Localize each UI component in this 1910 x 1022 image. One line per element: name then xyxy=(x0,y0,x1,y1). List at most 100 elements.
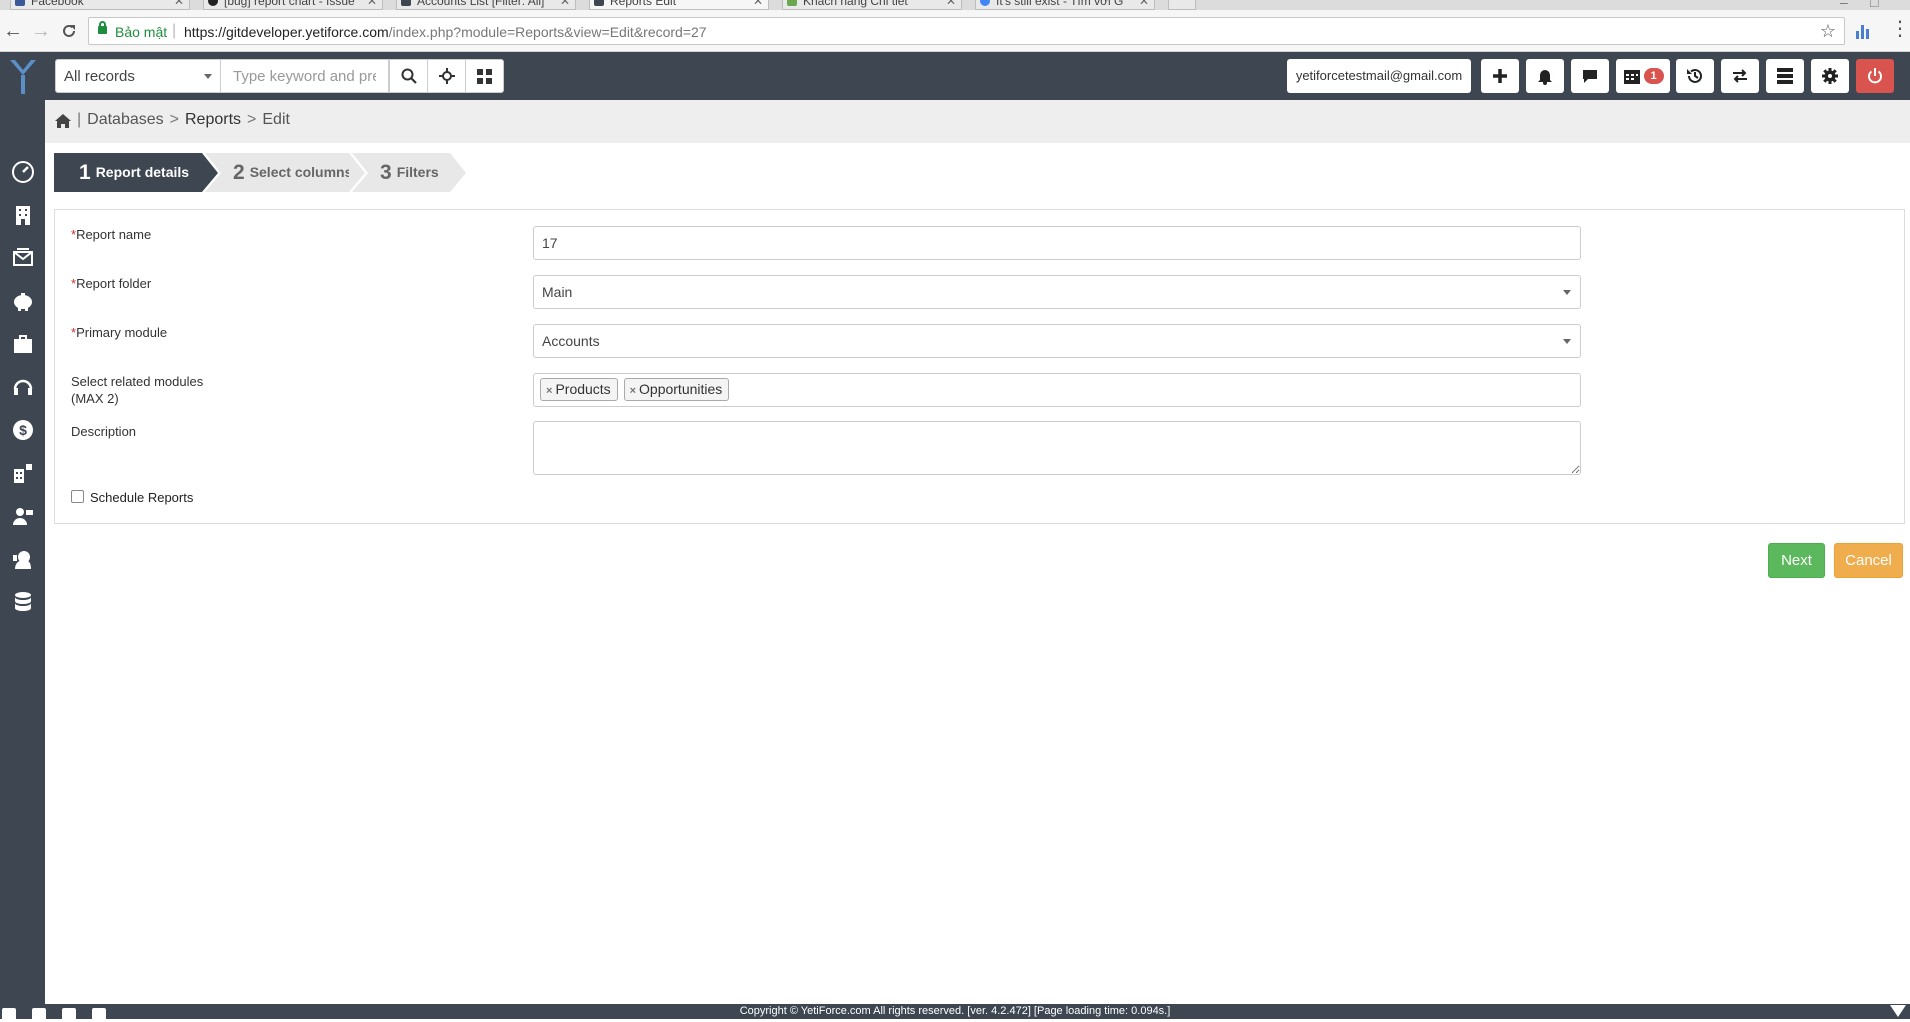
user-email[interactable]: yetiforcetestmail@gmail.com xyxy=(1287,59,1471,93)
sales-piggy-icon[interactable] xyxy=(0,281,45,321)
report-name-input[interactable]: 17 xyxy=(533,226,1581,260)
users-icon[interactable] xyxy=(0,496,45,536)
settings-button[interactable] xyxy=(1811,59,1849,93)
notifications-button[interactable] xyxy=(1526,59,1564,93)
description-label: Description xyxy=(71,423,136,440)
chat-icon xyxy=(1583,70,1597,83)
twitter-icon[interactable] xyxy=(32,1008,46,1022)
close-tab-icon[interactable]: ✕ xyxy=(367,0,377,8)
linkedin-icon[interactable] xyxy=(2,1008,16,1022)
reload-icon[interactable] xyxy=(58,20,80,42)
back-icon[interactable]: ← xyxy=(2,20,24,42)
breadcrumb-reports[interactable]: Reports xyxy=(185,111,241,129)
social-links xyxy=(0,1007,120,1022)
close-tab-icon[interactable]: ✕ xyxy=(753,0,763,8)
minimize-icon[interactable]: – xyxy=(1840,0,1848,10)
label-text: Primary module xyxy=(76,325,168,340)
system-menu-button[interactable] xyxy=(1766,59,1804,93)
youtube-icon[interactable] xyxy=(92,1008,106,1022)
step-number: 1 xyxy=(79,161,91,184)
support-headset-icon[interactable] xyxy=(0,367,45,407)
exchange-icon xyxy=(1733,69,1747,83)
plus-icon xyxy=(1493,69,1507,83)
facebook-icon[interactable] xyxy=(62,1008,76,1022)
home-icon[interactable] xyxy=(55,113,71,128)
gear-icon xyxy=(1822,68,1838,84)
server-icon xyxy=(1777,68,1793,84)
dashboard-icon[interactable] xyxy=(0,152,45,192)
browser-tab[interactable]: [bug] report chart - Issue ✕ xyxy=(203,0,383,10)
footer: Copyright © YetiForce.com All rights res… xyxy=(0,1004,1910,1022)
browser-tab-label: Facebook xyxy=(31,0,84,8)
calendar-badge: 1 xyxy=(1643,68,1664,84)
maximize-icon[interactable]: □ xyxy=(1870,0,1878,10)
browser-tab[interactable]: Facebook ✕ xyxy=(10,0,190,10)
facebook-icon xyxy=(15,0,25,6)
cancel-button[interactable]: Cancel xyxy=(1834,543,1903,578)
app-header: All records yetiforcetestmail@gmail.com … xyxy=(45,52,1910,100)
history-button[interactable] xyxy=(1676,59,1714,93)
advanced-search-button[interactable] xyxy=(427,59,466,93)
related-module-chip: × Opportunities xyxy=(623,378,730,401)
close-tab-icon[interactable]: ✕ xyxy=(174,0,184,8)
label-text: Select related modules xyxy=(71,374,204,389)
close-tab-icon[interactable]: ✕ xyxy=(946,0,956,8)
step-select-columns[interactable]: 2 Select columns xyxy=(205,153,368,192)
global-search-input[interactable] xyxy=(221,59,389,93)
footer-copyright: Copyright © YetiForce.com All rights res… xyxy=(739,1005,1171,1017)
browser-tab[interactable]: It's still exist - Tìm với G ✕ xyxy=(975,0,1155,10)
search-button[interactable] xyxy=(389,59,428,93)
close-tab-icon[interactable]: ✕ xyxy=(1139,0,1149,8)
browser-tab-active[interactable]: Reports Edit ✕ xyxy=(589,0,769,10)
close-tab-icon[interactable]: ✕ xyxy=(560,0,570,8)
remove-chip-icon[interactable]: × xyxy=(546,385,552,397)
browser-menu-icon[interactable]: ⋮ xyxy=(1890,19,1910,39)
primary-module-label: *Primary module xyxy=(71,324,167,341)
quick-create-button[interactable] xyxy=(1481,59,1519,93)
calendar-reminders-button[interactable]: 1 xyxy=(1616,59,1670,93)
companies-icon[interactable] xyxy=(0,195,45,235)
chip-label: Products xyxy=(555,381,611,397)
address-bar[interactable]: Bảo mật | https://gitdeveloper.yetiforce… xyxy=(88,17,1845,45)
chart-extension-icon[interactable] xyxy=(1855,23,1871,39)
finance-dollar-icon[interactable]: $ xyxy=(0,410,45,450)
step-label: Filters xyxy=(396,164,439,180)
marketing-icon[interactable] xyxy=(0,238,45,278)
remove-chip-icon[interactable]: × xyxy=(630,385,636,397)
bookmark-star-icon[interactable]: ☆ xyxy=(1820,21,1836,42)
yetiforce-icon xyxy=(594,0,604,6)
schedule-reports-checkbox[interactable] xyxy=(71,490,84,503)
primary-module-select[interactable]: Accounts xyxy=(533,324,1581,358)
label-text: Report name xyxy=(76,227,152,242)
chevron-down-icon xyxy=(1563,339,1571,344)
schedule-reports-label[interactable]: Schedule Reports xyxy=(90,490,193,505)
next-button[interactable]: Next xyxy=(1768,543,1825,578)
crosshair-icon xyxy=(438,68,455,84)
yetiforce-icon xyxy=(401,0,411,6)
browser-tab[interactable]: Accounts List [Filter: All] ✕ xyxy=(396,0,576,10)
records-filter-select[interactable]: All records xyxy=(55,59,221,93)
browser-tab-label: Reports Edit xyxy=(610,0,677,8)
report-folder-select[interactable]: Main xyxy=(533,275,1581,309)
yetiforce-logo[interactable] xyxy=(0,52,45,100)
search-grid-button[interactable] xyxy=(465,59,504,93)
forward-icon[interactable]: → xyxy=(30,20,52,42)
browser-toolbar: ← → Bảo mật | https://gitdeveloper.yetif… xyxy=(0,10,1910,52)
related-modules-multiselect[interactable]: × Products × Opportunities xyxy=(533,373,1581,407)
breadcrumb: | Databases > Reports > Edit xyxy=(55,111,290,129)
switch-users-button[interactable] xyxy=(1721,59,1759,93)
database-icon[interactable] xyxy=(0,582,45,622)
description-textarea[interactable] xyxy=(533,421,1581,475)
contact-support-icon[interactable] xyxy=(0,539,45,579)
breadcrumb-separator: > xyxy=(169,111,179,128)
label-subtext: (MAX 2) xyxy=(71,391,119,406)
new-tab-button[interactable] xyxy=(1168,0,1196,10)
browser-tab[interactable]: Khách hàng Chi tiết ✕ xyxy=(782,0,962,10)
logout-button[interactable] xyxy=(1856,59,1894,93)
chat-button[interactable] xyxy=(1571,59,1609,93)
breadcrumb-databases[interactable]: Databases xyxy=(87,111,164,129)
organization-icon[interactable] xyxy=(0,453,45,493)
related-module-chip: × Products xyxy=(540,378,618,401)
step-report-details[interactable]: 1 Report details xyxy=(54,153,221,192)
projects-briefcase-icon[interactable] xyxy=(0,324,45,364)
